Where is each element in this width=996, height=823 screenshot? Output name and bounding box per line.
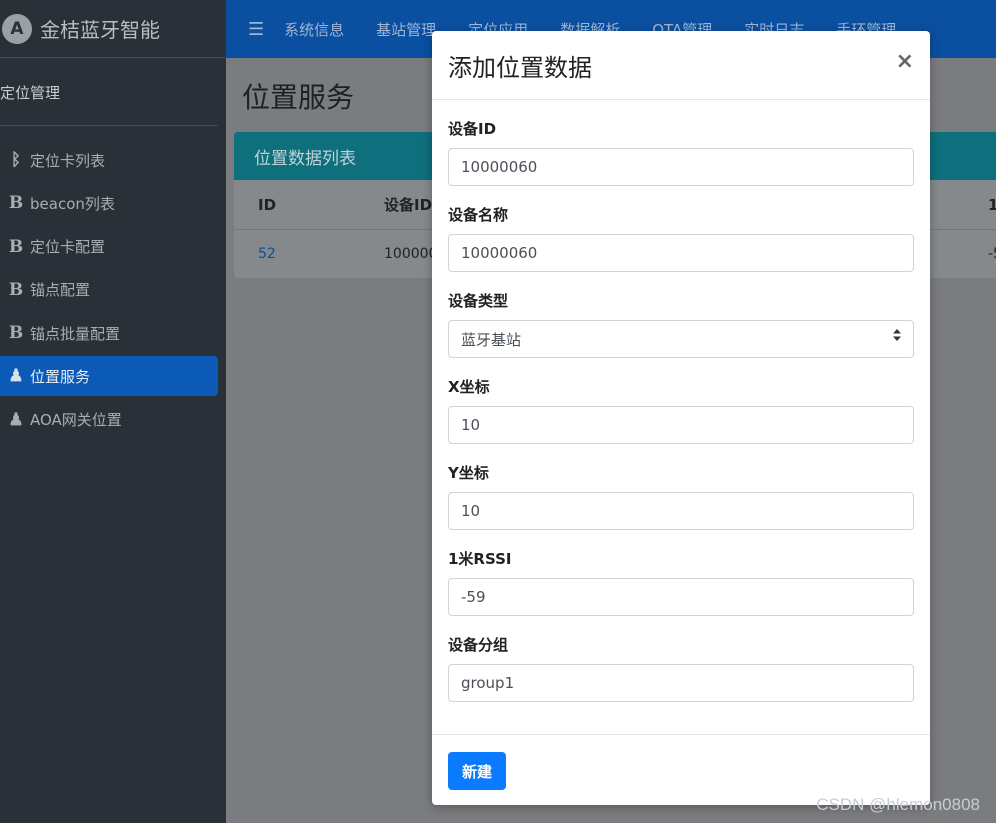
form-group-device-type: 设备类型 蓝牙基站 xyxy=(448,292,914,358)
y-coordinate-label: Y坐标 xyxy=(448,464,489,482)
device-name-label: 设备名称 xyxy=(448,206,509,224)
device-type-label: 设备类型 xyxy=(448,292,509,310)
device-id-field[interactable]: 10000060 xyxy=(448,148,914,186)
page-title: 位置服务 xyxy=(242,81,355,114)
sidebar-item-aoa-gateway[interactable]: ♟ AOA网关位置 xyxy=(0,400,218,440)
sidebar-item-card-list[interactable]: ᛒ 定位卡列表 xyxy=(0,140,218,180)
sidebar-item-label: 定位卡配置 xyxy=(30,238,106,257)
brand[interactable]: A 金桔蓝牙智能 xyxy=(0,0,226,58)
sidebar-item-anchor-batch-config[interactable]: B 锚点批量配置 xyxy=(0,313,218,353)
device-group-label: 设备分组 xyxy=(448,636,509,654)
sidebar-item-anchor-config[interactable]: B 锚点配置 xyxy=(0,270,218,310)
select-arrows-icon xyxy=(893,329,901,341)
modal-header: 添加位置数据 × xyxy=(432,31,930,100)
row-device-id: 100000 xyxy=(384,246,438,262)
sidebar-item-label: 定位卡列表 xyxy=(30,151,106,170)
topnav-item-system-info[interactable]: 系统信息 xyxy=(284,19,344,40)
form-group-x: X坐标 10 xyxy=(448,378,914,444)
modal-body: 设备ID 10000060 设备名称 10000060 设备类型 蓝牙基站 X坐… xyxy=(432,120,930,702)
sidebar-item-label: beacon列表 xyxy=(30,194,115,213)
form-group-device-name: 设备名称 10000060 xyxy=(448,206,914,272)
form-group-rssi: 1米RSSI -59 xyxy=(448,550,914,616)
device-id-label: 设备ID xyxy=(448,120,497,138)
row-rssi: -5 xyxy=(988,246,996,262)
watermark: CSDN @hlemon0808 xyxy=(816,795,980,814)
device-name-field[interactable]: 10000060 xyxy=(448,234,914,272)
row-id-link[interactable]: 52 xyxy=(258,246,276,262)
sidebar-item-label: 锚点配置 xyxy=(30,281,91,300)
b-icon: B xyxy=(8,323,24,344)
sidebar-item-beacon-list[interactable]: B beacon列表 xyxy=(0,183,218,223)
column-header-id[interactable]: ID xyxy=(258,196,276,214)
b-icon: B xyxy=(8,236,24,257)
sidebar-item-location-service[interactable]: ♟ 位置服务 xyxy=(0,356,218,397)
x-coordinate-label: X坐标 xyxy=(448,378,490,396)
sidebar-item-label: 锚点批量配置 xyxy=(30,324,121,343)
column-header-device-id[interactable]: 设备ID xyxy=(384,194,432,215)
bluetooth-icon: ᛒ xyxy=(10,150,22,170)
brand-logo-icon: A xyxy=(2,13,32,44)
b-icon: B xyxy=(8,193,24,214)
add-location-modal: 添加位置数据 × 设备ID 10000060 设备名称 10000060 设备类… xyxy=(432,31,930,805)
rssi-field[interactable]: -59 xyxy=(448,578,914,616)
sidebar-nav: ᛒ 定位卡列表 B beacon列表 B 定位卡配置 B 锚点配置 B 锚点批量… xyxy=(0,140,226,443)
sidebar-section-title[interactable]: 定位管理 xyxy=(0,82,60,103)
sidebar-item-card-config[interactable]: B 定位卡配置 xyxy=(0,227,218,267)
topnav-item-station-management[interactable]: 基站管理 xyxy=(376,19,436,40)
modal-title: 添加位置数据 xyxy=(448,53,592,82)
device-type-value: 蓝牙基站 xyxy=(461,330,522,349)
menu-icon[interactable]: ☰ xyxy=(248,19,264,40)
person-icon: ♟ xyxy=(8,409,24,430)
y-coordinate-field[interactable]: 10 xyxy=(448,492,914,530)
b-icon: B xyxy=(8,279,24,300)
device-group-field[interactable]: group1 xyxy=(448,664,914,702)
brand-name: 金桔蓝牙智能 xyxy=(40,18,160,42)
sidebar: A 金桔蓝牙智能 定位管理 ᛒ 定位卡列表 B beacon列表 B 定位卡配置… xyxy=(0,0,226,823)
x-coordinate-field[interactable]: 10 xyxy=(448,406,914,444)
form-group-y: Y坐标 10 xyxy=(448,464,914,530)
form-group-group: 设备分组 group1 xyxy=(448,636,914,702)
person-icon: ♟ xyxy=(8,366,24,387)
device-type-select[interactable]: 蓝牙基站 xyxy=(448,320,914,358)
sidebar-item-label: 位置服务 xyxy=(30,367,91,386)
rssi-label: 1米RSSI xyxy=(448,550,512,568)
sidebar-divider xyxy=(0,125,218,126)
sidebar-item-label: AOA网关位置 xyxy=(30,411,122,430)
create-button[interactable]: 新建 xyxy=(448,752,506,790)
column-header-rssi[interactable]: 1 xyxy=(988,196,996,214)
close-icon[interactable]: × xyxy=(896,49,914,74)
form-group-device-id: 设备ID 10000060 xyxy=(448,120,914,186)
